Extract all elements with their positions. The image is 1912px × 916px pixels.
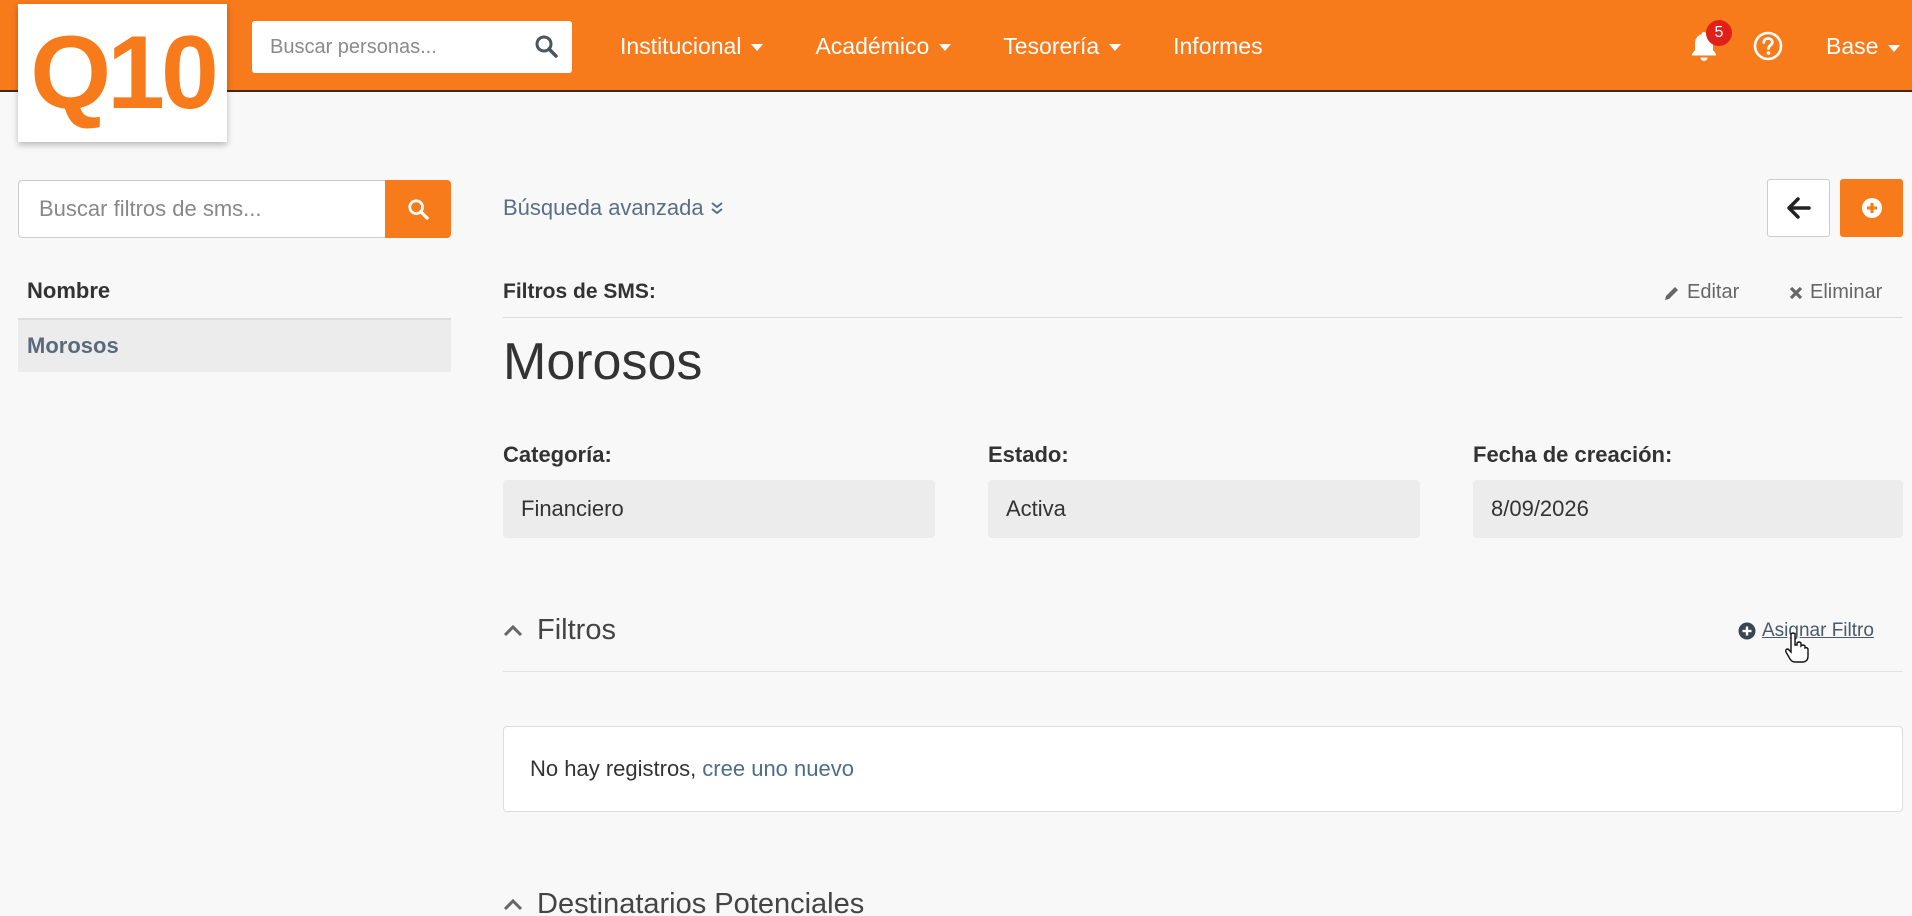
field-value-estado: Activa (988, 480, 1420, 538)
field-value-categoria: Financiero (503, 480, 935, 538)
edit-label: Editar (1687, 281, 1740, 303)
delete-button[interactable]: Eliminar (1788, 281, 1882, 304)
nav-label: Académico (815, 32, 930, 59)
field-label-estado: Estado: (988, 442, 1069, 467)
user-label: Base (1826, 33, 1879, 59)
list-column-header[interactable]: Nombre (27, 278, 110, 304)
double-chevron-down-icon (711, 202, 723, 215)
create-new-link[interactable]: cree uno nuevo (702, 756, 854, 782)
recipients-section-toggle[interactable]: Destinatarios Potenciales (503, 888, 864, 916)
logo[interactable]: Q10 (18, 4, 227, 142)
filters-section-title: Filtros (537, 614, 616, 646)
nav-label: Informes (1173, 32, 1263, 59)
filters-search-input[interactable] (19, 196, 385, 222)
nav-academico[interactable]: Académico (815, 32, 952, 60)
caret-down-icon (1109, 44, 1122, 51)
search-icon[interactable] (534, 34, 558, 63)
caret-down-icon (1888, 44, 1901, 52)
hand-cursor-icon (1784, 632, 1810, 669)
field-label-fecha: Fecha de creación: (1473, 442, 1673, 467)
list-item[interactable]: Morosos (18, 318, 451, 372)
caret-down-icon (751, 44, 764, 51)
delete-label: Eliminar (1810, 281, 1883, 303)
nav-tesoreria[interactable]: Tesorería (1003, 32, 1122, 60)
filters-section-toggle[interactable]: Filtros (503, 614, 616, 647)
empty-state-text: No hay registros, (530, 756, 697, 781)
back-button[interactable] (1767, 179, 1830, 237)
close-icon (1789, 286, 1803, 299)
people-search-input[interactable] (252, 35, 522, 59)
notifications-badge[interactable]: 5 (1706, 20, 1732, 46)
section-label: Filtros de SMS: (503, 280, 656, 303)
advanced-search-toggle[interactable]: Búsqueda avanzada (503, 195, 724, 221)
edit-button[interactable]: Editar (1663, 281, 1739, 304)
filters-search (18, 180, 451, 238)
add-button[interactable] (1840, 179, 1903, 237)
search-icon (408, 199, 429, 220)
plus-circle-icon (1738, 622, 1756, 640)
filters-search-button[interactable] (385, 180, 451, 238)
people-search[interactable] (252, 21, 572, 73)
field-label-categoria: Categoría: (503, 442, 612, 467)
assign-filter-label: Asignar Filtro (1762, 620, 1874, 641)
chevron-up-icon (503, 624, 523, 636)
nav-label: Institucional (620, 32, 742, 59)
main-nav: Institucional Académico Tesorería Inform… (620, 0, 1315, 92)
caret-down-icon (939, 44, 952, 51)
field-value-fecha: 8/09/2026 (1473, 480, 1903, 538)
filters-search-field[interactable] (18, 180, 385, 238)
divider (503, 317, 1903, 318)
pencil-icon (1665, 286, 1678, 300)
advanced-search-label: Búsqueda avanzada (503, 195, 704, 220)
arrow-left-icon (1786, 197, 1811, 219)
page-title: Morosos (503, 333, 703, 391)
plus-circle-icon (1861, 198, 1882, 218)
nav-label: Tesorería (1003, 32, 1100, 59)
empty-state: No hay registros, cree uno nuevo (503, 726, 1903, 812)
logo-text: Q10 (30, 15, 219, 131)
recipients-section-title: Destinatarios Potenciales (537, 888, 865, 916)
user-menu[interactable]: Base (1826, 33, 1901, 60)
chevron-up-icon (503, 898, 523, 910)
top-navbar: Institucional Académico Tesorería Inform… (0, 0, 1912, 92)
nav-informes[interactable]: Informes (1173, 33, 1262, 60)
help-icon[interactable] (1752, 30, 1784, 67)
nav-institucional[interactable]: Institucional (620, 32, 764, 60)
divider (503, 671, 1903, 672)
list-item-label: Morosos (27, 333, 119, 358)
